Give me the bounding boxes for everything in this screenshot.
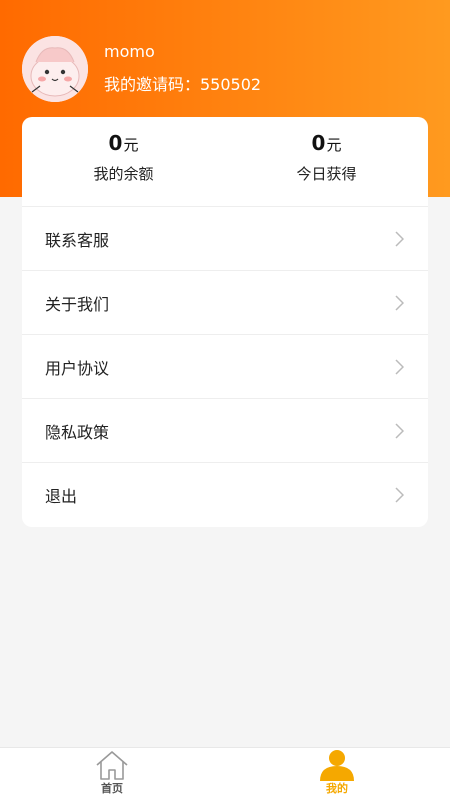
settings-menu: 联系客服 关于我们 用户协议 隐私政策 退出 [22,206,428,527]
avatar[interactable] [22,36,88,102]
username: momo [104,42,155,61]
balance-label: 我的余额 [93,165,154,183]
menu-item-about-us[interactable]: 关于我们 [22,271,428,335]
menu-item-label: 退出 [45,487,78,506]
today-label: 今日获得 [296,165,357,183]
menu-item-label: 联系客服 [45,230,110,250]
menu-item-label: 隐私政策 [45,422,110,442]
menu-item-label: 用户协议 [45,358,110,378]
chevron-right-icon [395,230,404,247]
stats-card: 0元 我的余额 0元 今日获得 [22,117,428,206]
tab-home[interactable]: 首页 [52,748,172,800]
menu-item-contact-support[interactable]: 联系客服 [22,207,428,271]
balance-unit: 元 [123,136,139,154]
balance-value: 0 [108,131,123,155]
chevron-right-icon [395,358,404,375]
tab-mine-label: 我的 [326,782,348,795]
today-amount: 0元 [225,131,428,155]
balance-stat[interactable]: 0元 我的余额 [22,117,225,206]
menu-item-privacy-policy[interactable]: 隐私政策 [22,399,428,463]
tab-home-label: 首页 [101,782,123,795]
chevron-right-icon [395,294,404,311]
bottom-tab-bar: 首页 我的 [0,747,450,800]
invite-code: 我的邀请码：550502 [104,75,262,94]
balance-amount: 0元 [22,131,225,155]
tab-mine[interactable]: 我的 [277,748,397,800]
menu-item-user-agreement[interactable]: 用户协议 [22,335,428,399]
today-value: 0 [311,131,326,155]
menu-item-label: 关于我们 [45,294,110,314]
user-icon [320,750,354,781]
home-icon [96,751,128,780]
today-unit: 元 [326,136,342,154]
chevron-right-icon [395,422,404,439]
menu-item-logout[interactable]: 退出 [22,463,428,527]
today-earnings-stat[interactable]: 0元 今日获得 [225,117,428,206]
chevron-right-icon [395,487,404,503]
